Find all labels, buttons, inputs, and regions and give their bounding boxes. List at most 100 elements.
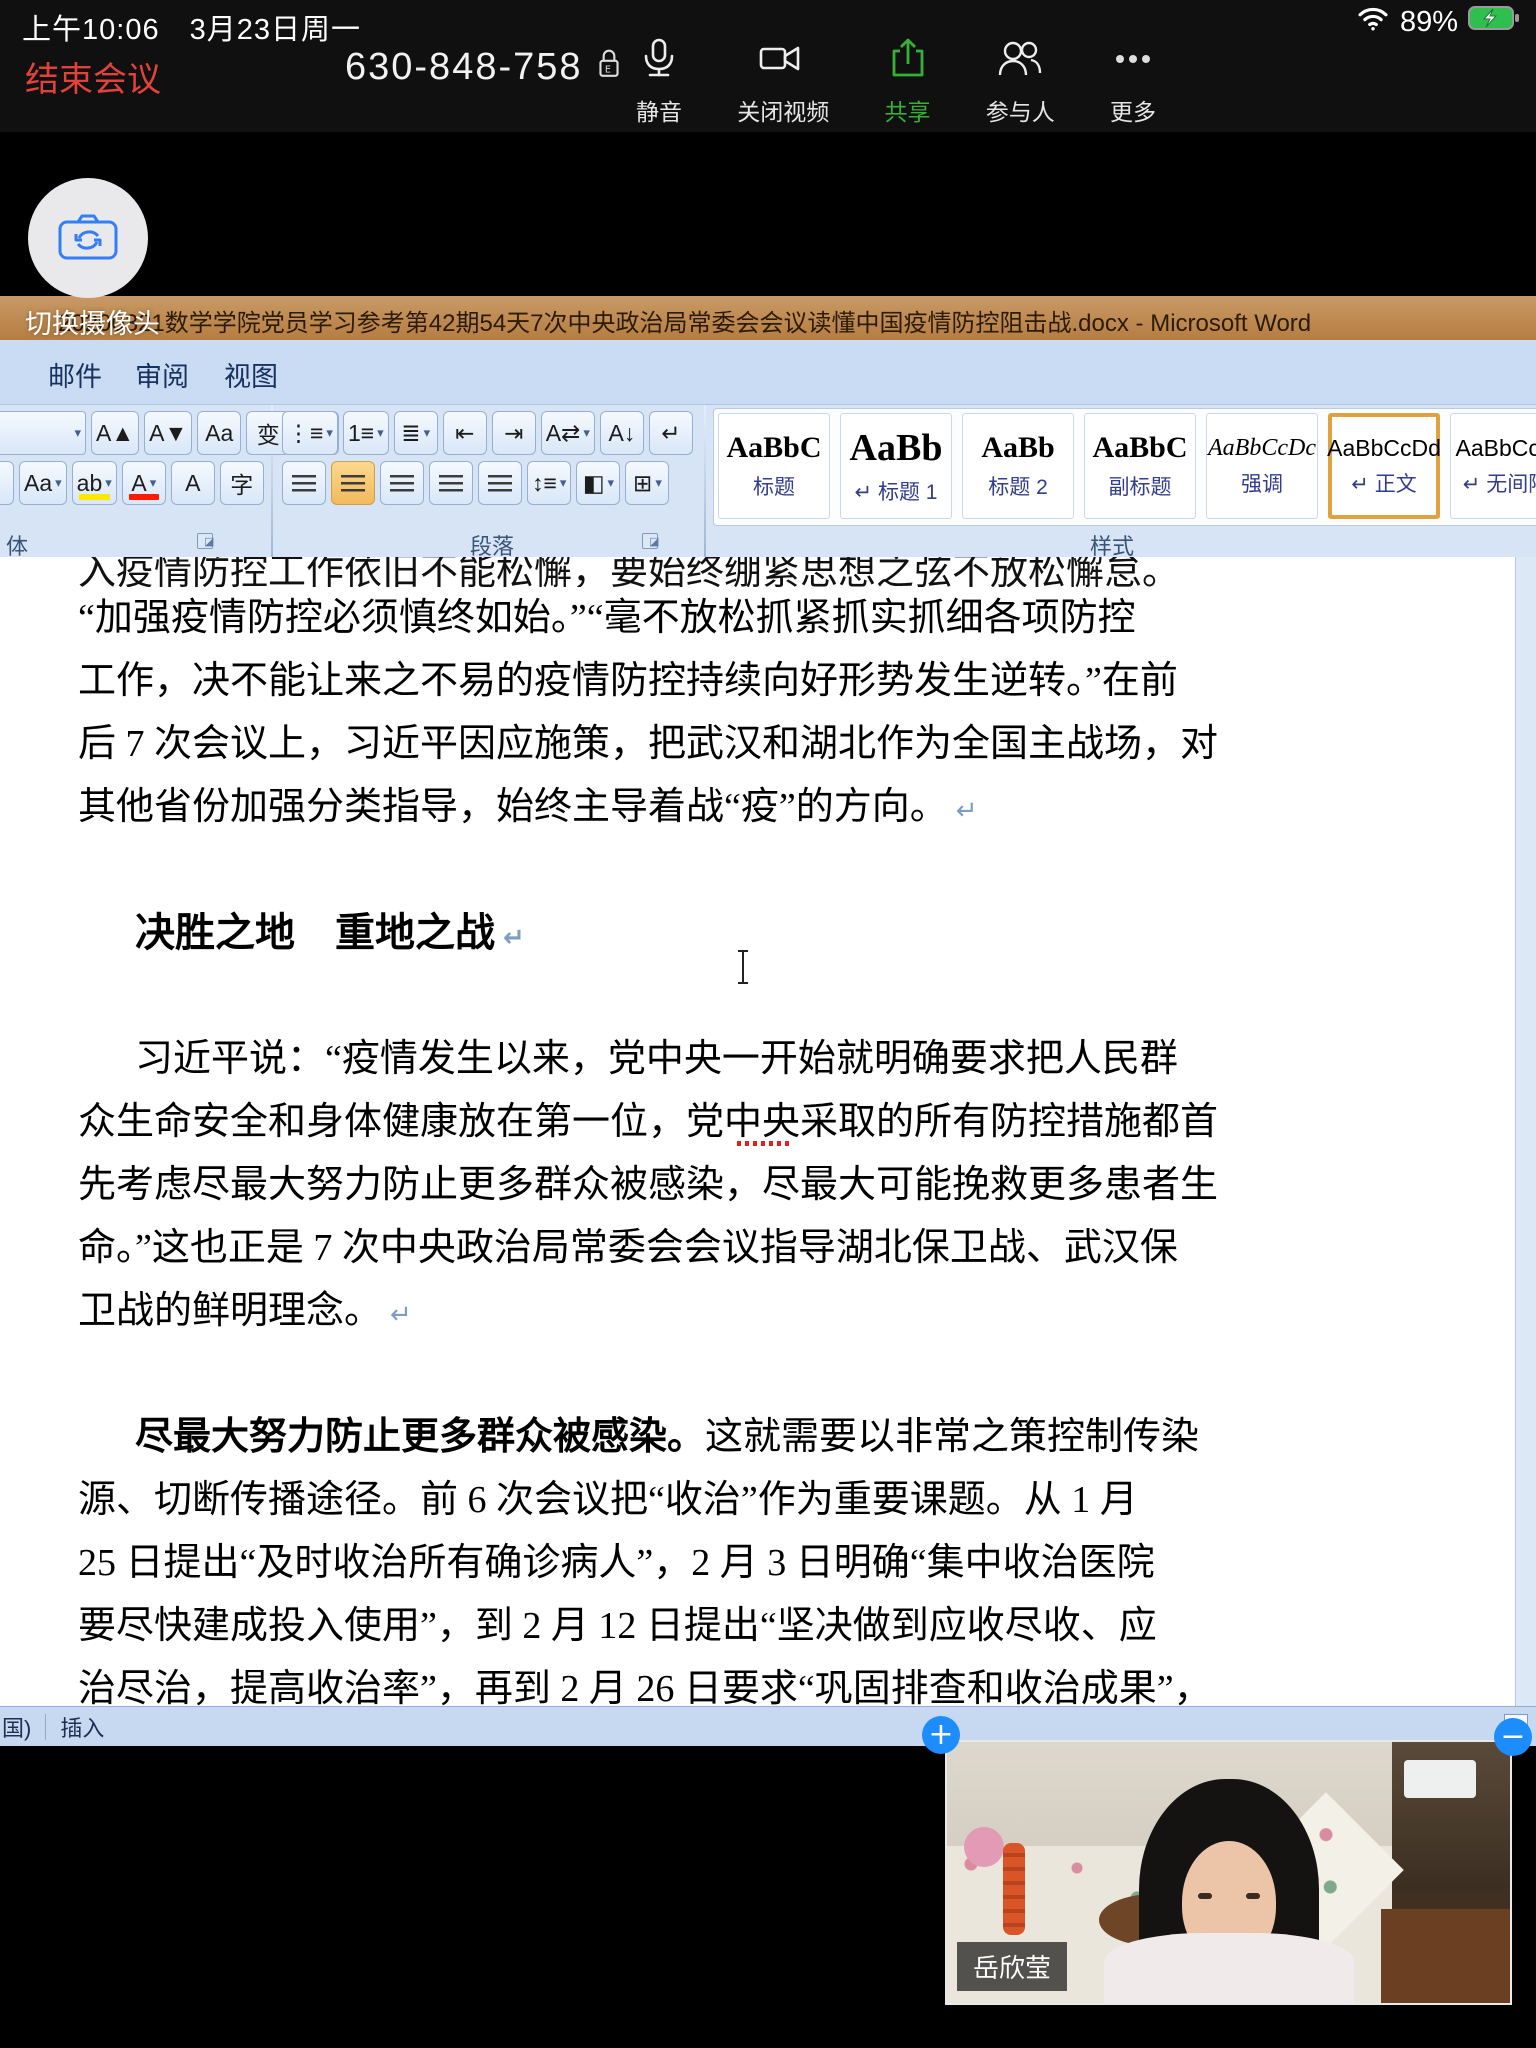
bullets-button[interactable]: ⋮≡▾ — [282, 411, 338, 455]
font-size-combo[interactable]: 号▾ — [0, 411, 86, 455]
end-meeting-button[interactable]: 结束会议 — [25, 52, 161, 101]
dropdown-arrow-icon: ▾ — [150, 475, 157, 491]
style-card-强调[interactable]: AaBbCcDc强调 — [1206, 413, 1318, 519]
battery-percent: 89% — [1400, 6, 1458, 39]
button-glyph: ↵ — [661, 420, 680, 447]
style-card-标题[interactable]: AaBbC标题 — [718, 413, 830, 519]
participant-name-label: 岳欣莹 — [957, 1942, 1067, 1991]
line-spacing-button[interactable]: ↕≡▾ — [527, 461, 571, 505]
ribbon-tab-2[interactable]: 审阅 — [135, 355, 189, 394]
asian-layout-button[interactable]: A⇄▾ — [541, 411, 595, 455]
ribbon-tab-1[interactable]: 邮件 — [48, 355, 102, 394]
show-marks-button[interactable]: ↵ — [649, 411, 693, 455]
meeting-controls: 静音关闭视频 共享参与人更多 — [636, 36, 1156, 127]
document-line: 后 7 次会议上，习近平因应施策，把武汉和湖北作为全国主战场，对 — [78, 713, 1536, 776]
align-bars-icon — [390, 475, 414, 492]
enclose-characters-button[interactable]: 字 — [220, 461, 264, 505]
control-label: 关闭视频 — [737, 93, 829, 127]
system-time-date: 上午10:06 3月23日周一 — [22, 6, 361, 48]
style-card-标题1[interactable]: AaBb↵ 标题 1 — [840, 413, 952, 519]
align-left-button[interactable] — [282, 461, 326, 505]
document-line: 要尽快建成投入使用”，到 2 月 12 日提出“坚决做到应收尽收、应 — [78, 1595, 1536, 1658]
participant-video-tile[interactable]: 岳欣莹 — [945, 1740, 1512, 2005]
shrink-font-button[interactable]: A▼ — [144, 411, 192, 455]
dropdown-arrow-icon: ▾ — [105, 475, 112, 491]
style-card-标题2[interactable]: AaBb 标题 2 — [962, 413, 1074, 519]
button-glyph: A — [131, 470, 146, 497]
style-name: 标题 2 — [988, 471, 1048, 501]
multilevel-list-button[interactable]: ≣▾ — [394, 411, 438, 455]
decrease-indent-button[interactable]: ⇤ — [443, 411, 487, 455]
video-expand-button[interactable]: + — [922, 1716, 960, 1754]
button-glyph: Aa — [205, 420, 233, 447]
dropdown-arrow-icon: ▾ — [74, 425, 81, 441]
superscript-button[interactable]: ² — [0, 461, 14, 505]
style-card-正文[interactable]: AaBbCcDd↵ 正文 — [1328, 413, 1440, 519]
paragraph-group-row2: ↕≡▾◧▾⊞▾ — [282, 461, 669, 505]
button-glyph: A⇄ — [546, 420, 581, 447]
font-dialog-launcher[interactable]: ◪ — [197, 533, 213, 549]
switch-camera-button[interactable] — [28, 178, 148, 298]
justify-button[interactable] — [429, 461, 473, 505]
more-dots-icon — [1110, 36, 1156, 88]
numbering-button[interactable]: 1≡▾ — [343, 411, 389, 455]
style-preview: AaBb — [850, 426, 943, 470]
screen: 上午10:06 3月23日周一 89% 结束会议 630-848-758 E 静… — [0, 0, 1536, 2048]
dropdown-arrow-icon: ▾ — [583, 425, 590, 441]
document-page[interactable]: 入疫情防控工作依旧不能松懈，要始终绷紧思想之弦不放松懈怠。“加强疫情防控必须慎终… — [0, 557, 1536, 1706]
group-divider — [704, 405, 706, 557]
font-color-button[interactable]: A▾ — [122, 461, 166, 505]
highlight-button[interactable]: ab▾ — [72, 461, 117, 505]
align-center-button[interactable] — [331, 461, 375, 505]
eye — [1246, 1893, 1260, 1899]
style-name: ↵ 正文 — [1351, 468, 1416, 498]
insert-mode-status[interactable]: 插入 — [60, 1711, 104, 1743]
button-glyph: Aa — [24, 470, 52, 497]
clear-formatting-button[interactable]: Aa — [197, 411, 241, 455]
style-card-无间隔[interactable]: AaBbCcD↵ 无间隔 — [1450, 413, 1536, 519]
shading-button[interactable]: ◧▾ — [576, 461, 620, 505]
borders-button[interactable]: ⊞▾ — [625, 461, 669, 505]
grow-font-button[interactable]: A▲ — [91, 411, 139, 455]
document-line: 尽最大努力防止更多群众被感染。这就需要以非常之策控制传染 — [78, 1406, 1536, 1469]
document-line: 工作，决不能让来之不易的疫情防控持续向好形势发生逆转。”在前 — [78, 650, 1536, 713]
document-line: “加强疫情防控必须慎终如始。”“毫不放松抓紧抓实抓细各项防控 — [78, 587, 1536, 650]
share-button[interactable]: 共享 — [885, 36, 931, 127]
paragraph-mark: ↵ — [956, 796, 978, 826]
change-case-button[interactable]: Aa▾ — [19, 461, 67, 505]
sort-button[interactable]: A↓ — [600, 411, 644, 455]
more-button[interactable]: 更多 — [1110, 36, 1156, 127]
document-line: 入疫情防控工作依旧不能松懈，要始终绷紧思想之弦不放松懈怠。 — [78, 557, 1536, 587]
distributed-button[interactable] — [478, 461, 522, 505]
video-foam-roller — [1003, 1843, 1025, 1935]
align-right-button[interactable] — [380, 461, 424, 505]
increase-indent-button[interactable]: ⇥ — [492, 411, 536, 455]
style-preview: AaBb — [981, 431, 1054, 465]
svg-text:E: E — [604, 65, 612, 76]
style-preview: AaBbCcD — [1456, 435, 1536, 462]
styles-gallery: AaBbC标题AaBb↵ 标题 1AaBb标题 2AaBbC副标题AaBbCcD… — [713, 408, 1536, 526]
participants-button[interactable]: 参与人 — [986, 36, 1055, 127]
align-bars-icon — [488, 475, 512, 492]
style-preview: AaBbCcDc — [1208, 435, 1316, 462]
style-card-副标题[interactable]: AaBbC副标题 — [1084, 413, 1196, 519]
vertical-scrollbar[interactable] — [1515, 557, 1536, 1706]
color-accent-bar — [79, 494, 110, 500]
stop-video-button[interactable]: 关闭视频 — [737, 36, 829, 127]
language-status[interactable]: 国) — [2, 1711, 31, 1743]
ribbon-tab-3[interactable]: 视图 — [224, 355, 278, 394]
share-icon — [885, 36, 931, 88]
video-appliance — [1404, 1760, 1476, 1798]
color-accent-bar — [129, 494, 159, 500]
character-shading-button[interactable]: A — [171, 461, 215, 505]
button-glyph: A▲ — [96, 420, 134, 447]
document-line — [78, 965, 1536, 1028]
paragraph-dialog-launcher[interactable]: ◪ — [642, 533, 658, 549]
video-minimize-button[interactable]: − — [1494, 1718, 1532, 1756]
button-glyph: ⋮≡ — [287, 420, 323, 447]
switch-camera-icon — [55, 210, 121, 267]
mute-button[interactable]: 静音 — [636, 36, 682, 127]
dropdown-arrow-icon: ▾ — [560, 475, 567, 491]
switch-camera-label: 切换摄像头 — [25, 302, 160, 341]
document-line: 25 日提出“及时收治所有确诊病人”，2 月 3 日明确“集中收治医院 — [78, 1532, 1536, 1595]
